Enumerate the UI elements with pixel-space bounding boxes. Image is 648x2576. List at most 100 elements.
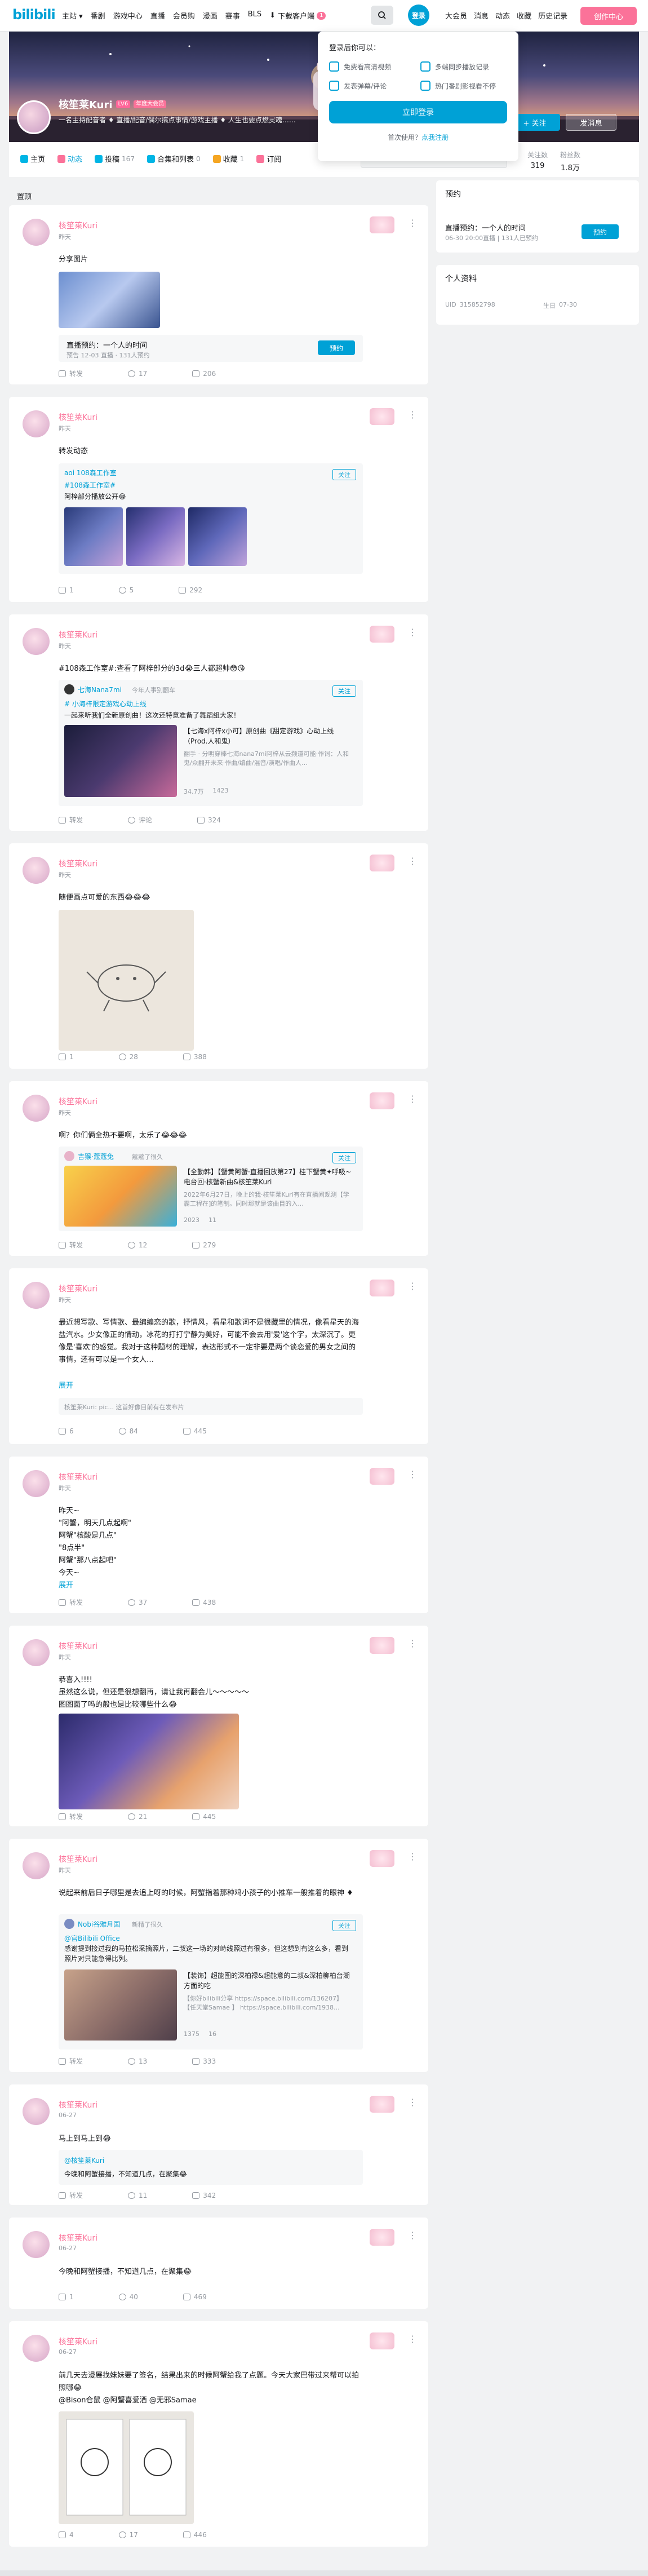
comment-button[interactable]: 12 [128,1240,147,1250]
more-icon[interactable]: ⋮ [408,627,417,638]
like-button[interactable]: 438 [192,1597,216,1607]
like-button[interactable]: 446 [183,2531,207,2539]
nav-item[interactable]: 直播 [150,10,165,21]
like-button[interactable]: 342 [192,2190,216,2200]
avatar[interactable] [23,857,50,884]
avatar[interactable] [64,684,74,694]
more-icon[interactable]: ⋮ [408,1281,417,1291]
author-name[interactable]: 核笙莱Kuri [59,629,97,640]
nav-history[interactable]: 历史记录 [538,10,567,21]
stat-following[interactable]: 关注数 319 [527,150,548,172]
register-link[interactable]: 点我注册 [421,134,449,141]
avatar[interactable] [23,628,50,655]
like-button[interactable]: 206 [192,369,216,378]
author-name[interactable]: 核笙莱Kuri [59,411,97,423]
comment-button[interactable]: 评论 [128,815,152,825]
follow-button[interactable]: 关注 [332,1152,356,1163]
avatar[interactable] [23,2231,50,2258]
share-button[interactable]: 4 [59,2531,74,2539]
avatar[interactable] [64,1919,74,1929]
avatar[interactable] [23,219,50,246]
post-image[interactable] [188,507,247,566]
expand-link[interactable]: 展开 [59,1579,363,1592]
reserve-button[interactable]: 预约 [318,340,355,355]
topic-tag[interactable]: # 小海梓限定游戏心动上线 [64,699,147,709]
nav-item[interactable]: 会员购 [173,10,195,21]
comment-button[interactable]: 5 [118,586,134,594]
video-cover[interactable] [64,725,177,797]
like-button[interactable]: 445 [192,1812,216,1821]
share-button[interactable]: 转发 [59,815,83,825]
tab-dynamic[interactable]: 动态 [57,153,82,164]
like-button[interactable]: 333 [192,2056,216,2066]
share-button[interactable]: 转发 [59,2056,83,2066]
bilibili-logo[interactable]: bilibili [12,7,56,23]
avatar[interactable] [23,1852,50,1879]
avatar[interactable] [23,1639,50,1666]
forwarded-author[interactable]: aoi 108森工作室 [64,468,117,477]
expand-link[interactable]: 展开 [59,1380,363,1392]
author-name[interactable]: 核笙莱Kuri [59,2336,97,2347]
like-button[interactable]: 388 [183,1053,207,1061]
share-button[interactable]: 6 [59,1427,74,1435]
topic-tag[interactable]: #108森工作室# [64,480,116,490]
post-image[interactable] [126,507,185,566]
video-cover[interactable] [64,1166,177,1227]
author-name[interactable]: 核笙莱Kuri [59,2232,97,2243]
nav-item[interactable]: 游戏中心 [113,10,143,21]
comment-button[interactable]: 84 [118,1427,138,1435]
post-image[interactable] [59,2411,194,2524]
message-button[interactable]: 发消息 [566,114,616,131]
follow-button[interactable]: 关注 [332,685,356,697]
post-image[interactable] [59,272,160,328]
more-icon[interactable]: ⋮ [408,1094,417,1104]
tab-subscriptions[interactable]: 订阅 [256,153,281,164]
nav-item[interactable]: 赛事 [225,10,240,21]
comment-button[interactable]: 28 [118,1053,138,1061]
more-icon[interactable]: ⋮ [408,1638,417,1649]
share-button[interactable]: 转发 [59,2190,83,2200]
forwarded-author[interactable]: 吉猴·蔻蔻兔 [78,1152,114,1161]
more-icon[interactable]: ⋮ [408,2097,417,2108]
author-name[interactable]: 核笙莱Kuri [59,858,97,869]
mention-tag[interactable]: @官Bilibili Office [64,1933,120,1943]
share-button[interactable]: 1 [59,1053,74,1061]
download-client-button[interactable]: ⬇ 下载客户端 1 [269,10,326,21]
nav-item[interactable]: BLS [248,10,261,21]
like-button[interactable]: 469 [183,2293,207,2301]
video-title[interactable]: 【全勤韩】【蟹黄阿蟹·直播回放第27】桂下蟹黄✦呼吸~电台回·核蟹新曲&核笙莱K… [184,1167,353,1187]
search-button[interactable] [371,6,393,25]
author-name[interactable]: 核笙莱Kuri [59,1283,97,1294]
author-name[interactable]: 核笙莱Kuri [59,1640,97,1652]
nav-item[interactable]: 番剧 [91,10,105,21]
post-image[interactable] [59,1714,239,1809]
avatar[interactable] [23,1470,50,1497]
avatar[interactable] [23,410,50,437]
more-icon[interactable]: ⋮ [408,409,417,420]
author-name[interactable]: 核笙莱Kuri [59,220,97,231]
author-name[interactable]: 核笙莱Kuri [59,1853,97,1865]
share-button[interactable]: 转发 [59,1812,83,1821]
video-title[interactable]: 【装饰】超能图的深柏禄&超能意的二叔&深柏柳柏台湖方面的吃 [184,1971,353,1991]
author-name[interactable]: 核笙莱Kuri [59,2099,97,2110]
nav-dynamic[interactable]: 动态 [495,10,510,21]
share-button[interactable]: 转发 [59,1240,83,1250]
like-button[interactable]: 324 [197,815,221,825]
share-button[interactable]: 转发 [59,1597,83,1607]
tab-favorites[interactable]: 收藏 1 [212,153,244,164]
like-button[interactable]: 279 [192,1240,216,1250]
share-button[interactable]: 1 [59,586,74,594]
comment-button[interactable]: 11 [128,2190,147,2200]
avatar[interactable] [17,100,51,134]
tab-uploads[interactable]: 投稿 167 [95,153,135,164]
comment-button[interactable]: 17 [128,369,147,378]
tab-collections[interactable]: 合集和列表 0 [147,153,201,164]
post-image[interactable] [59,910,194,1051]
nav-item[interactable]: 主站 ▾ [62,10,83,21]
avatar[interactable] [23,2335,50,2362]
comment-button[interactable]: 40 [118,2293,138,2301]
video-cover[interactable] [64,1969,177,2041]
more-icon[interactable]: ⋮ [408,1469,417,1480]
more-icon[interactable]: ⋮ [408,218,417,228]
follow-button[interactable]: 关注 [332,469,356,480]
